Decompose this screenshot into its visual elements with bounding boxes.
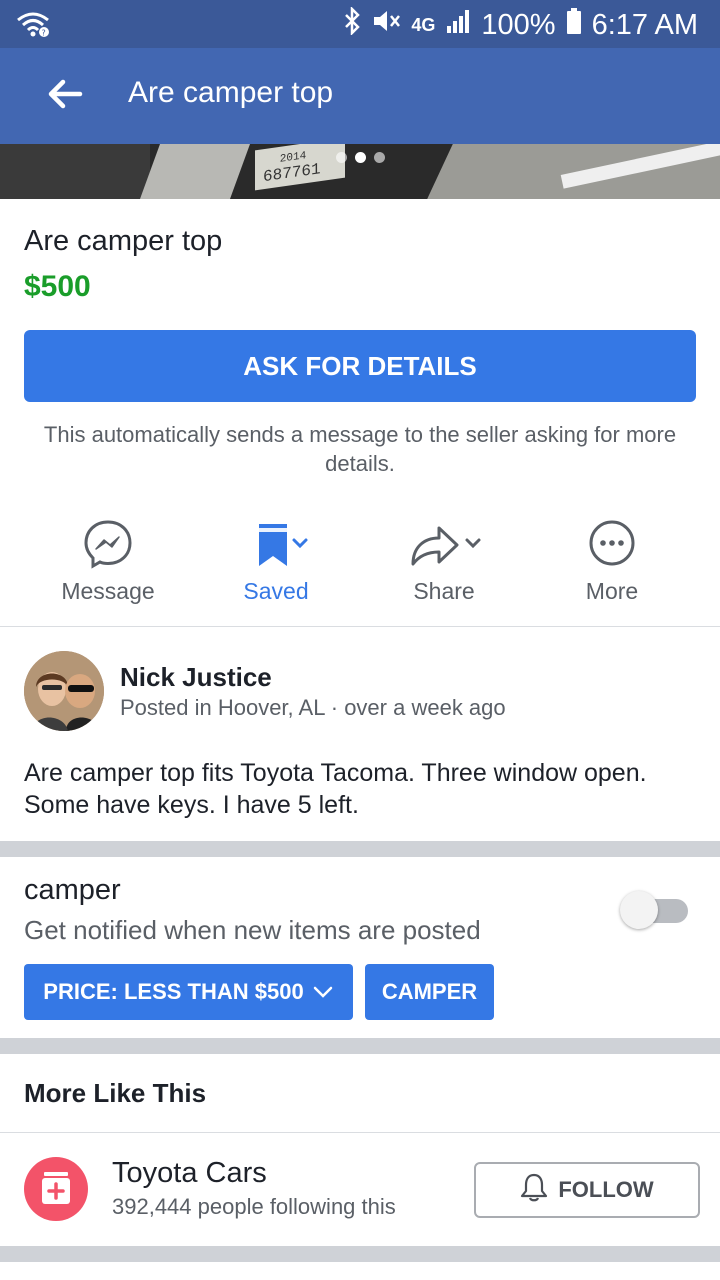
section-separator [0,841,720,857]
follow-button[interactable]: FOLLOW [474,1162,700,1218]
mute-icon [371,8,401,42]
signal-icon [445,8,471,42]
price-filter-label: PRICE: LESS THAN $500 [43,979,304,1004]
photo-pager [336,152,385,163]
more-like-this-heading: More Like This [24,1078,207,1108]
share-action[interactable]: Share [360,512,528,612]
listing-price: $500 [24,270,91,303]
clock: 6:17 AM [591,8,698,41]
category-followers: 392,444 people following this [112,1194,396,1219]
network-type: 4G [411,14,436,35]
bookmark-icon [247,518,311,575]
ask-note: This automatically sends a message to th… [43,422,677,476]
photo-shadow [0,144,150,199]
category-icon[interactable] [24,1157,88,1221]
battery-icon [566,7,582,43]
category-name[interactable]: Toyota Cars [112,1157,267,1190]
app-bar [0,48,720,144]
camper-filter-chip[interactable]: CAMPER [365,964,494,1020]
pager-dot[interactable] [336,152,347,163]
message-action[interactable]: Message [24,512,192,612]
price-filter-chip[interactable]: PRICE: LESS THAN $500 [24,964,353,1020]
bell-icon [520,1172,548,1208]
wifi-icon: ? [16,10,50,43]
page-title: Are camper top [128,76,334,109]
status-bar: ? 4G 100% 6:17 AM [0,0,720,48]
share-label: Share [413,578,475,604]
pager-dot-active[interactable] [355,152,366,163]
pager-dot[interactable] [374,152,385,163]
seller-meta: Posted in Hoover, AL · over a week ago [120,695,506,720]
chevron-down-icon [312,979,334,1005]
camper-filter-label: CAMPER [381,979,478,1004]
ask-for-details-button[interactable]: ASK FOR DETAILS [24,330,696,402]
seller-name[interactable]: Nick Justice [120,662,272,693]
battery-percent: 100% [481,8,556,41]
saved-search-title: camper [24,874,121,906]
avatar[interactable] [24,651,104,731]
more-action[interactable]: More [528,512,696,612]
notify-toggle[interactable] [620,891,688,929]
messenger-icon [82,518,134,575]
listing-description: Are camper top fits Toyota Tacoma. Three… [24,759,647,819]
follow-label: FOLLOW [558,1177,654,1202]
divider [0,626,720,627]
back-arrow-icon[interactable] [44,74,84,114]
saved-label: Saved [243,578,309,604]
bluetooth-icon [343,5,361,43]
toggle-thumb [620,891,658,929]
listing-title: Are camper top [24,225,223,257]
svg-text:?: ? [42,29,46,38]
photo-tailgate [139,144,251,199]
message-label: Message [61,578,155,604]
share-icon [405,518,489,575]
divider [0,1132,720,1133]
saved-search-subtitle: Get notified when new items are posted [24,915,481,945]
more-icon [587,518,637,573]
more-label: More [585,578,639,604]
section-separator [0,1038,720,1054]
section-separator [0,1246,720,1262]
saved-action[interactable]: Saved [192,512,360,612]
